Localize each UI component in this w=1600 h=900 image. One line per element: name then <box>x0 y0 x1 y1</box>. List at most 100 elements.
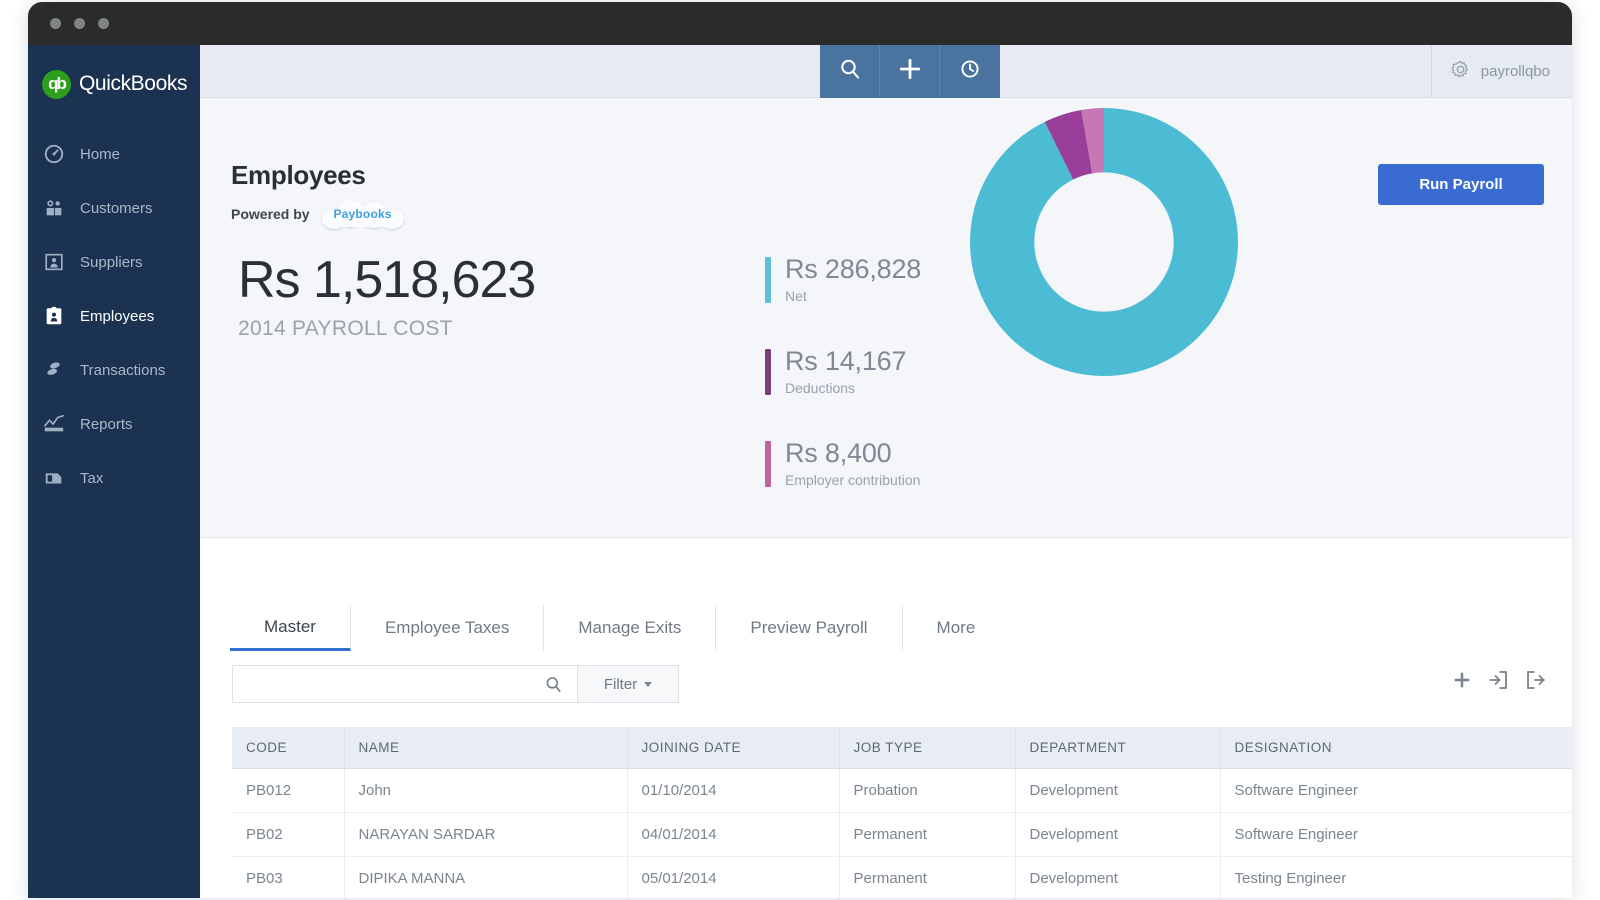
total-payroll-cost-value: Rs 1,518,623 <box>238 251 536 309</box>
table-cell: Permanent <box>839 812 1016 857</box>
sidebar-item-employees[interactable]: Employees <box>28 289 200 343</box>
table-cell: PB02 <box>232 812 345 857</box>
legend-value: Rs 14,167 <box>785 346 907 376</box>
sidebar-item-home[interactable]: Home <box>28 127 200 181</box>
filter-button[interactable]: Filter <box>577 665 679 703</box>
account-menu[interactable]: payrollqbo <box>1430 45 1572 98</box>
tab-manage-exits[interactable]: Manage Exits <box>544 605 717 651</box>
sidebar-item-suppliers[interactable]: Suppliers <box>28 235 200 289</box>
chart-legend: Rs 286,828 Net Rs 14,167 Deductions Rs 8… <box>765 253 921 529</box>
coins-icon <box>42 358 66 382</box>
table-cell: PB03 <box>232 856 345 898</box>
line-chart-icon <box>42 412 66 436</box>
legend-label: Employer contribution <box>785 472 921 488</box>
table-body: PB012 John 01/10/2014 Probation Development S… <box>232 768 1572 898</box>
minimize-window-button[interactable] <box>74 18 85 29</box>
brand-logo[interactable]: qb QuickBooks <box>28 45 200 105</box>
column-header-job-type[interactable]: JOB TYPE <box>839 727 1016 769</box>
table-cell: PB012 <box>232 768 345 813</box>
tab-more[interactable]: More <box>903 605 1010 651</box>
donut-svg <box>970 108 1238 376</box>
tab-preview-payroll[interactable]: Preview Payroll <box>716 605 903 651</box>
legend-swatch <box>765 349 771 395</box>
app-window: qb QuickBooks Home Customers Suppliers E… <box>28 2 1572 898</box>
people-icon <box>42 196 66 220</box>
employees-panel: Master Employee Taxes Manage Exits Previ… <box>200 538 1572 898</box>
document-icon <box>42 466 66 490</box>
table-cell: 04/01/2014 <box>627 812 840 857</box>
sidebar-item-reports[interactable]: Reports <box>28 397 200 451</box>
employees-table: CODE NAME JOINING DATE JOB TYPE DEPARTME… <box>232 727 1572 898</box>
close-window-button[interactable] <box>50 18 61 29</box>
search-input[interactable] <box>233 666 540 702</box>
sidebar-item-label: Customers <box>80 199 153 217</box>
import-button[interactable] <box>1486 668 1510 692</box>
gear-icon <box>1450 59 1471 84</box>
legend-swatch <box>765 257 771 303</box>
sidebar-item-label: Employees <box>80 307 155 325</box>
table-action-icons <box>1452 668 1548 692</box>
table-header-row: CODE NAME JOINING DATE JOB TYPE DEPARTME… <box>232 727 1572 769</box>
powered-by-label: Powered by <box>231 206 310 222</box>
legend-value: Rs 286,828 <box>785 254 922 284</box>
table-cell: Software Engineer <box>1220 812 1572 857</box>
tab-employee-taxes[interactable]: Employee Taxes <box>351 605 545 651</box>
table-cell: 01/10/2014 <box>627 768 840 813</box>
legend-item-deductions: Rs 14,167 Deductions <box>765 345 921 396</box>
search-icon[interactable] <box>540 675 577 694</box>
legend-item-employer-contribution: Rs 8,400 Employer contribution <box>765 437 921 488</box>
run-payroll-button[interactable]: Run Payroll <box>1378 164 1544 205</box>
table-row[interactable]: PB02 NARAYAN SARDAR 04/01/2014 Permanent Dev… <box>232 812 1572 857</box>
column-header-designation[interactable]: DESIGNATION <box>1220 727 1572 769</box>
table-cell: 05/01/2014 <box>627 856 840 898</box>
tab-master[interactable]: Master <box>230 605 351 651</box>
app-root: qb QuickBooks Home Customers Suppliers E… <box>0 0 1600 900</box>
filter-label: Filter <box>603 675 638 693</box>
table-cell: John <box>344 768 628 813</box>
sidebar-nav: Home Customers Suppliers Employees Trans… <box>28 127 200 505</box>
gauge-icon <box>42 142 66 166</box>
payroll-donut-chart <box>970 108 1238 376</box>
page-title: Employees <box>231 160 366 190</box>
table-toolbar: Filter <box>232 665 679 703</box>
paybooks-logo: Paybooks <box>321 199 404 229</box>
powered-by: Powered by Paybooks <box>231 199 404 229</box>
column-header-code[interactable]: CODE <box>232 727 345 769</box>
table-cell: Development <box>1015 768 1221 813</box>
table-head: CODE NAME JOINING DATE JOB TYPE DEPARTME… <box>232 727 1572 769</box>
column-header-joining-date[interactable]: JOINING DATE <box>627 727 840 769</box>
app-toolbar: payrollqbo <box>200 45 1572 98</box>
search-button[interactable] <box>820 45 880 98</box>
add-button[interactable] <box>880 45 940 98</box>
sidebar-item-tax[interactable]: Tax <box>28 451 200 505</box>
legend-label: Deductions <box>785 380 856 396</box>
legend-swatch <box>765 441 771 487</box>
plus-icon <box>897 56 923 87</box>
sidebar: qb QuickBooks Home Customers Suppliers E… <box>28 45 200 898</box>
column-header-department[interactable]: DEPARTMENT <box>1015 727 1221 769</box>
maximize-window-button[interactable] <box>98 18 109 29</box>
export-button[interactable] <box>1524 668 1548 692</box>
table-cell: DIPIKA MANNA <box>344 856 628 898</box>
table-cell: Development <box>1015 812 1221 857</box>
recent-history-button[interactable] <box>940 45 1000 98</box>
table-row[interactable]: PB012 John 01/10/2014 Probation Development S… <box>232 768 1572 813</box>
employee-tabs: Master Employee Taxes Manage Exits Previ… <box>230 605 1009 651</box>
add-employee-button[interactable] <box>1452 670 1472 690</box>
legend-label: Net <box>785 288 807 304</box>
quickbooks-mark-icon: qb <box>42 69 71 99</box>
sidebar-item-transactions[interactable]: Transactions <box>28 343 200 397</box>
badge-icon <box>42 304 66 328</box>
clock-history-icon <box>958 57 982 86</box>
content-area: payrollqbo Employees Powered by Paybooks… <box>200 45 1572 898</box>
sidebar-item-customers[interactable]: Customers <box>28 181 200 235</box>
sidebar-item-label: Transactions <box>80 361 166 379</box>
table-cell: Development <box>1015 856 1221 898</box>
search-field-wrapper <box>232 665 577 703</box>
app-toolbar-actions <box>820 45 1000 98</box>
table-row[interactable]: PB03 DIPIKA MANNA 05/01/2014 Permanent Devel… <box>232 856 1572 898</box>
brand-name: QuickBooks <box>79 72 188 95</box>
paybooks-logo-text: Paybooks <box>333 207 392 221</box>
column-header-name[interactable]: NAME <box>344 727 628 769</box>
sidebar-item-label: Tax <box>80 469 104 487</box>
